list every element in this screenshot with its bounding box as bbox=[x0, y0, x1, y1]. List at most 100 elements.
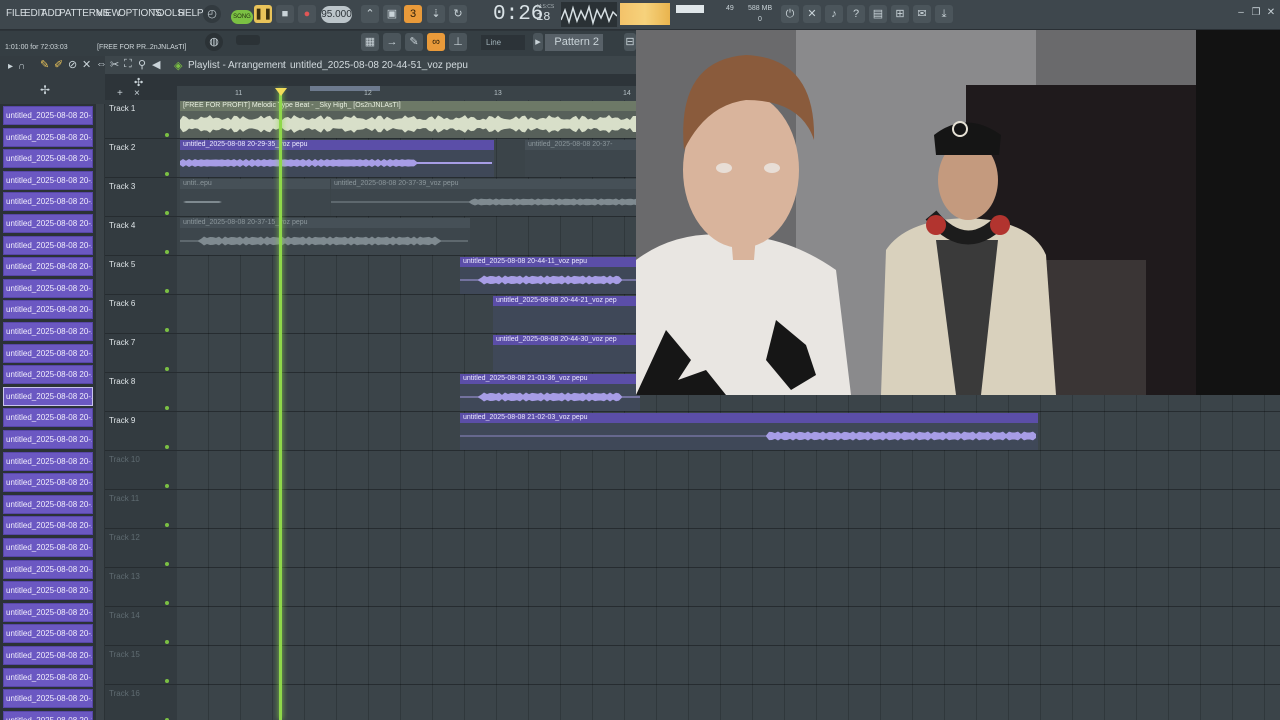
track-header[interactable]: Track 15 bbox=[105, 646, 177, 685]
playhead-marker[interactable] bbox=[275, 88, 287, 96]
draw-tool-icon[interactable]: ✎ bbox=[40, 58, 49, 71]
arrow-icon[interactable]: → bbox=[383, 33, 401, 51]
playback-tool-icon[interactable]: ◀ bbox=[152, 58, 160, 71]
browser-item[interactable]: untitled_2025-08-08 20-... bbox=[3, 581, 93, 601]
piano-roll-icon[interactable]: ▦ bbox=[361, 33, 379, 51]
plugin-icon[interactable]: ⊞ bbox=[891, 5, 909, 23]
link-icon[interactable]: ∞ bbox=[427, 33, 445, 51]
minimize-icon[interactable]: – bbox=[1236, 8, 1246, 18]
browser-item[interactable]: untitled_2025-08-08 20-... bbox=[3, 430, 93, 449]
browser-item[interactable]: untitled_2025-08-08 20-... bbox=[3, 408, 93, 428]
track-header[interactable]: Track 12 bbox=[105, 529, 177, 568]
track-mute-led[interactable] bbox=[165, 289, 169, 293]
browser-item[interactable]: untitled_2025-08-08 20-... bbox=[3, 257, 93, 277]
track-mute-led[interactable] bbox=[165, 406, 169, 410]
browser-item[interactable]: untitled_2025-08-08 20-1 bbox=[3, 710, 93, 720]
browser-item[interactable]: untitled_2025-08-08 20-... bbox=[3, 365, 93, 385]
browser-expand-icon[interactable]: ✢ bbox=[40, 83, 50, 97]
track-header[interactable]: Track 1 bbox=[105, 100, 177, 139]
master-pitch-slider[interactable] bbox=[236, 35, 260, 45]
track-mute-led[interactable] bbox=[165, 367, 169, 371]
reset-icon[interactable]: ⏻ bbox=[781, 5, 799, 23]
audio-clip[interactable]: untitled_2025-08-08 21-02-03_voz pepu bbox=[460, 413, 1038, 450]
tempo-display[interactable]: 95.000 bbox=[321, 6, 352, 23]
track-mute-led[interactable] bbox=[165, 562, 169, 566]
download-icon[interactable]: ⤓ bbox=[935, 5, 953, 23]
track-mute-led[interactable] bbox=[165, 250, 169, 254]
microphone-icon[interactable]: ♪ bbox=[825, 5, 843, 23]
main-volume-knob-icon[interactable]: ◍ bbox=[205, 33, 223, 51]
stop-button[interactable]: ■ bbox=[276, 5, 294, 23]
playlist-current-clip[interactable]: untitled_2025-08-08 20-44-51_voz pepu bbox=[290, 60, 468, 71]
audio-clip[interactable]: untitled_2025-08-08 21-01-36_voz pepu bbox=[460, 374, 640, 411]
performance-monitor[interactable]: 49 588 MB 0 bbox=[676, 3, 774, 27]
browser-item[interactable]: untitled_2025-08-08 20-... bbox=[3, 170, 93, 190]
browser-item[interactable]: untitled_2025-08-08 20-... bbox=[3, 602, 93, 622]
audio-clip[interactable]: untit..epu bbox=[180, 179, 330, 216]
pencil-icon[interactable]: ✎ bbox=[405, 33, 423, 51]
track-mute-led[interactable] bbox=[165, 445, 169, 449]
browser-item[interactable]: untitled_2025-08-08 20-... bbox=[3, 386, 93, 406]
master-knob-icon[interactable]: ◴ bbox=[203, 5, 221, 23]
track-header[interactable]: Track 8 bbox=[105, 373, 177, 412]
stamp-icon[interactable]: ⊥ bbox=[449, 33, 467, 51]
pattern-song-toggle[interactable]: SONG bbox=[231, 10, 253, 24]
track-mute-led[interactable] bbox=[165, 211, 169, 215]
audio-clip[interactable]: untitled_2025-08-08 20-44-11_voz pepu bbox=[460, 257, 640, 294]
timeline-ruler[interactable] bbox=[177, 86, 640, 100]
audio-clip[interactable]: untitled_2025-08-08 20-29-35_voz pepu bbox=[180, 140, 494, 177]
track-header[interactable]: Track 6 bbox=[105, 295, 177, 334]
track-header[interactable]: Track 3 bbox=[105, 178, 177, 217]
browser-scrollbar[interactable] bbox=[96, 104, 104, 720]
pattern-prev-icon[interactable]: ▸ bbox=[533, 33, 543, 51]
browser-item[interactable]: untitled_2025-08-08 20-... bbox=[3, 689, 93, 709]
browser-item[interactable]: untitled_2025-08-08 20-... bbox=[3, 127, 93, 147]
delete-tool-icon[interactable]: ⊘ bbox=[68, 58, 77, 71]
countdown-icon[interactable]: 3 bbox=[404, 5, 422, 23]
track-header[interactable]: Track 14 bbox=[105, 607, 177, 646]
track-header[interactable]: Track 4 bbox=[105, 217, 177, 256]
playlist-options-icon[interactable]: ◈ bbox=[174, 59, 182, 72]
audio-clip[interactable]: untitled_2025-08-08 20-37- bbox=[525, 140, 640, 177]
track-header[interactable]: Track 2 bbox=[105, 139, 177, 178]
track-header[interactable]: Track 7 bbox=[105, 334, 177, 373]
slice-tool-icon[interactable]: ✂ bbox=[110, 58, 119, 71]
mute-tool-icon[interactable]: ✕ bbox=[82, 58, 91, 71]
track-mute-led[interactable] bbox=[165, 172, 169, 176]
browser-item[interactable]: untitled_2025-08-08 20-... bbox=[3, 451, 93, 471]
playhead-line[interactable] bbox=[279, 88, 282, 720]
add-track-icon[interactable]: + bbox=[117, 88, 123, 99]
snap-mode-select[interactable]: Line bbox=[481, 35, 525, 50]
browser-item[interactable]: untitled_2025-08-08 20-... bbox=[3, 624, 93, 644]
pattern-selector[interactable]: Pattern 2 bbox=[545, 34, 603, 51]
audio-clip[interactable]: untitled_2025-08-08 20-44-21_voz pep bbox=[493, 296, 640, 333]
browser-item[interactable]: untitled_2025-08-08 20-... bbox=[3, 494, 93, 514]
browser-item[interactable]: untitled_2025-08-08 20-... bbox=[3, 559, 93, 579]
chat-icon[interactable]: ✉ bbox=[913, 5, 931, 23]
save-icon[interactable]: ▤ bbox=[869, 5, 887, 23]
track-header[interactable]: Track 10 bbox=[105, 451, 177, 490]
browser-item[interactable]: untitled_2025-08-08 20-... bbox=[3, 149, 93, 169]
browser-item[interactable]: untitled_2025-08-08 20-... bbox=[3, 300, 93, 320]
restore-icon[interactable]: ❐ bbox=[1251, 8, 1261, 18]
audio-clip[interactable]: untitled_2025-08-08 20-37-39_voz pepu bbox=[331, 179, 640, 216]
browser-item[interactable]: untitled_2025-08-08 20-... bbox=[3, 516, 93, 536]
browser-item[interactable]: untitled_2025-08-08 20-... bbox=[3, 192, 93, 212]
track-header[interactable]: Track 5 bbox=[105, 256, 177, 295]
track-header[interactable]: Track 9 bbox=[105, 412, 177, 451]
browser-item[interactable]: untitled_2025-08-08 20-... bbox=[3, 538, 93, 557]
track-mute-led[interactable] bbox=[165, 328, 169, 332]
track-header[interactable]: Track 13 bbox=[105, 568, 177, 607]
track-mute-led[interactable] bbox=[165, 679, 169, 683]
browser-item[interactable]: untitled_2025-08-08 20-... bbox=[3, 473, 93, 493]
track-mute-led[interactable] bbox=[165, 601, 169, 605]
audio-clip[interactable]: untitled_2025-08-08 20-37-15_voz pepu bbox=[180, 218, 470, 255]
browser-item[interactable]: untitled_2025-08-08 20-... bbox=[3, 214, 93, 233]
wait-input-icon[interactable]: ▣ bbox=[383, 5, 401, 23]
audio-clip[interactable]: untitled_2025-08-08 20-44-30_voz pep bbox=[493, 335, 640, 372]
loop-record-icon[interactable]: ↻ bbox=[449, 5, 467, 23]
browser-item[interactable]: untitled_2025-08-08 20-... bbox=[3, 667, 93, 687]
slip-tool-icon[interactable]: ⇔ bbox=[96, 58, 107, 70]
pattern-add-icon[interactable]: ⊟ bbox=[624, 33, 636, 51]
select-tool-icon[interactable]: ⛶ bbox=[124, 58, 132, 71]
